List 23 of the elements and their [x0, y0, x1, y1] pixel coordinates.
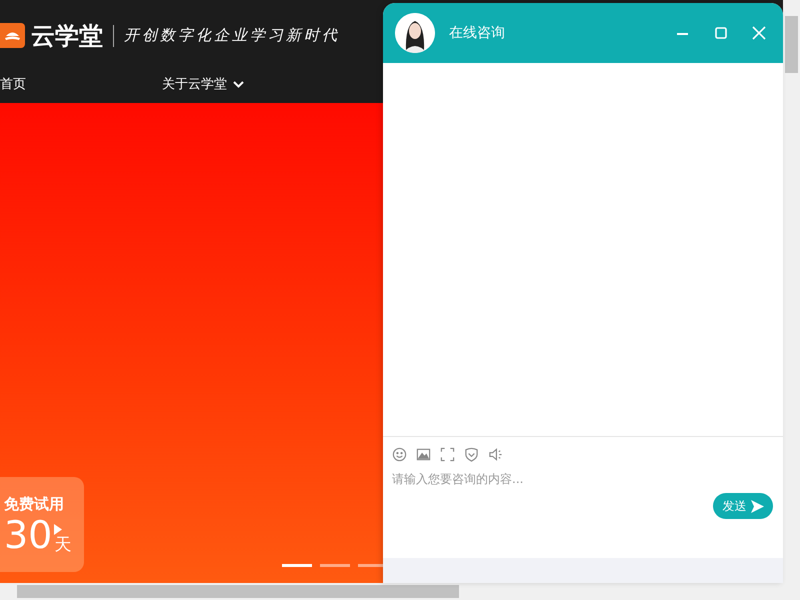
- chat-title: 在线咨询: [449, 24, 506, 42]
- chevron-down-icon: [233, 80, 244, 88]
- maximize-icon[interactable]: [713, 25, 729, 41]
- trial-label: 免费试用: [4, 495, 65, 514]
- trial-days: 30: [4, 516, 52, 554]
- send-icon: [750, 500, 764, 512]
- brand-name: 云学堂: [31, 24, 103, 48]
- avatar-icon: [395, 13, 435, 53]
- message-input[interactable]: 请输入您要咨询的内容...: [392, 468, 692, 490]
- image-icon[interactable]: [416, 447, 431, 462]
- play-icon: [54, 524, 62, 535]
- slogan: 开创数字化企业学习新时代: [124, 26, 340, 45]
- nav-link[interactable]: 首页: [0, 75, 162, 93]
- trial-unit: 天: [54, 537, 72, 554]
- shield-icon[interactable]: [464, 447, 479, 462]
- emoji-icon[interactable]: [392, 447, 407, 462]
- close-icon[interactable]: [751, 25, 767, 41]
- logo-icon: [0, 23, 25, 48]
- vertical-scrollbar[interactable]: [783, 0, 800, 583]
- speaker-icon[interactable]: [488, 447, 503, 462]
- horizontal-scrollbar[interactable]: [0, 583, 800, 600]
- nav-link[interactable]: 关于云学堂: [162, 75, 244, 93]
- screenshot-icon[interactable]: [440, 447, 455, 462]
